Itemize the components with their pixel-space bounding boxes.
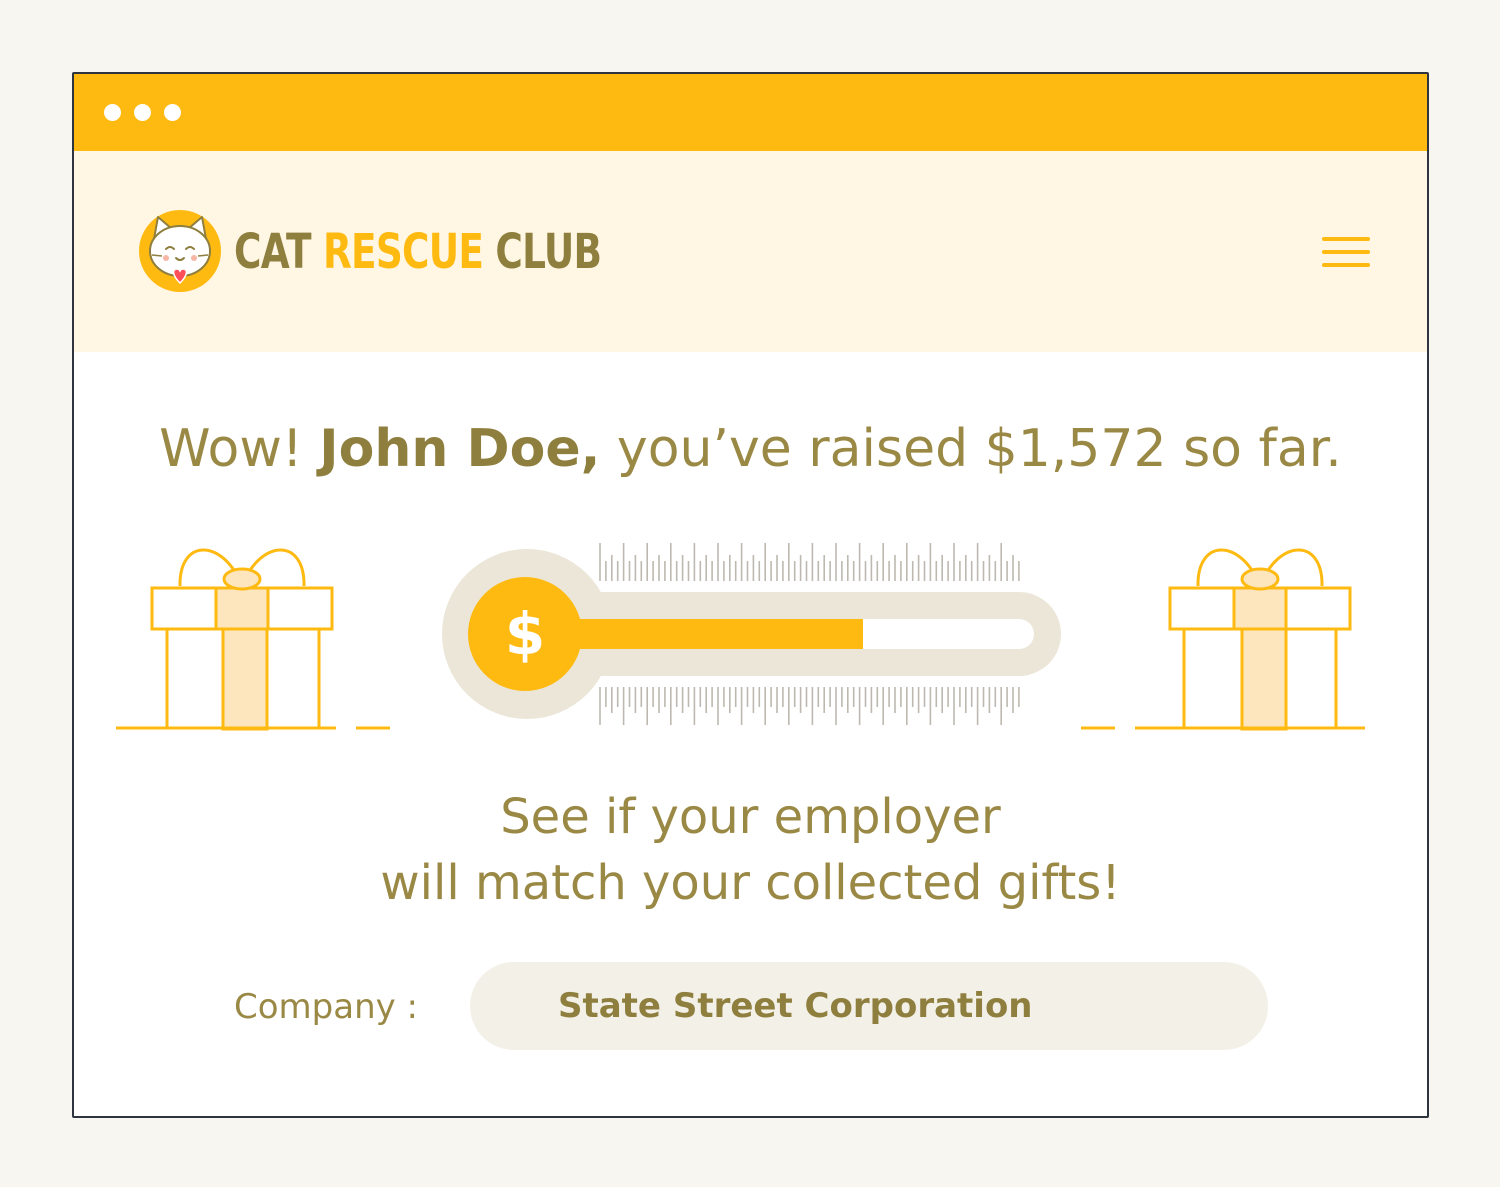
progress-fill <box>544 619 863 649</box>
dollar-icon-symbol: $ <box>505 600 545 668</box>
company-field[interactable]: State Street Corporation <box>470 962 1268 1050</box>
brand-word-club: CLUB <box>495 224 602 280</box>
headline-prefix: Wow! <box>159 419 303 479</box>
window-control-dot[interactable] <box>164 104 181 121</box>
gift-box-icon-left <box>116 548 390 731</box>
brand-word-cat: CAT <box>234 224 312 280</box>
ruler-ticks-top <box>599 543 1020 581</box>
message-line-1: See if your employer <box>500 789 1001 845</box>
window-control-dot[interactable] <box>134 104 151 121</box>
menu-line <box>1322 237 1370 241</box>
hamburger-menu-icon[interactable] <box>1318 233 1374 273</box>
cat-face-icon[interactable] <box>138 209 222 293</box>
message-line-2: will match your collected gifts! <box>380 855 1121 911</box>
brand-name[interactable]: CAT RESCUE CLUB <box>234 217 602 287</box>
window-control-dot[interactable] <box>104 104 121 121</box>
employer-match-message: See if your employer will match your col… <box>74 784 1427 916</box>
window-titlebar <box>74 74 1427 151</box>
browser-window: CAT RESCUE CLUB Wow! John Doe, you’ve ra… <box>72 72 1429 1118</box>
donor-name: John Doe, <box>319 419 601 479</box>
page-headline: Wow! John Doe, you’ve raised $1,572 so f… <box>74 414 1427 484</box>
menu-line <box>1322 263 1370 267</box>
gift-box-icon-right <box>1081 548 1365 731</box>
fundraising-progress-graphic: $ <box>116 543 1365 731</box>
ruler-ticks-bottom <box>599 687 1020 725</box>
site-header: CAT RESCUE CLUB <box>74 151 1427 352</box>
company-value: State Street Corporation <box>558 986 1033 1026</box>
brand-word-rescue: RESCUE <box>323 224 484 280</box>
menu-line <box>1322 250 1370 254</box>
headline-suffix: you’ve raised $1,572 so far. <box>616 419 1342 479</box>
company-label: Company : <box>234 987 419 1027</box>
progress-thermometer: $ <box>442 549 1061 719</box>
